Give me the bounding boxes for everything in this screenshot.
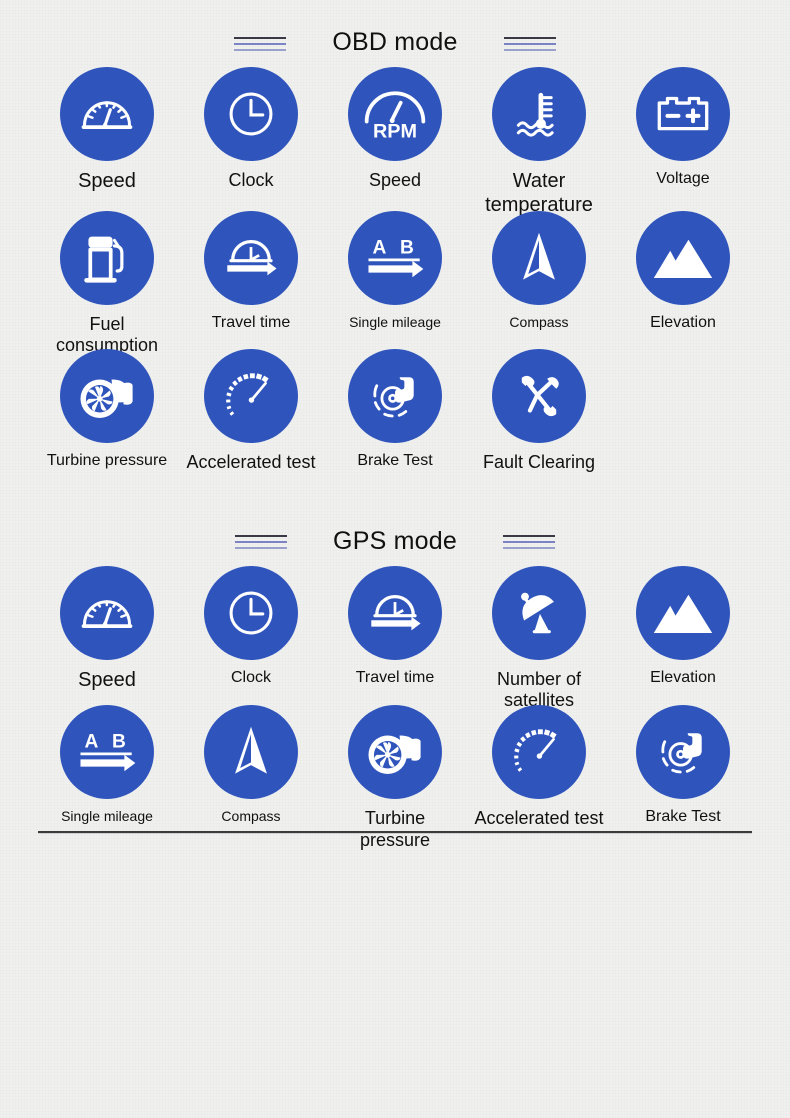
gps-row-1: Speed Clock Travel time Number of satell… (0, 565, 790, 711)
tile-obd-fault-clearing[interactable]: Fault Clearing (467, 348, 611, 473)
tile-gps-accelerated-test[interactable]: Accelerated test (467, 705, 611, 850)
tile-gps-speed[interactable]: Speed (35, 565, 179, 711)
tile-obd-fuel-consumption[interactable]: Fuel consumption (35, 211, 179, 356)
tile-label: Compass (509, 314, 569, 331)
tile-label: Turbine pressure (359, 808, 431, 850)
turbine-icon (348, 705, 442, 800)
svg-text:A: A (373, 238, 387, 259)
tile-label: Travel time (211, 314, 291, 332)
header-rule-right (502, 535, 555, 550)
tile-obd-voltage[interactable]: Voltage (611, 67, 755, 217)
header-rule-left (234, 36, 287, 51)
tile-obd-speed[interactable]: Speed (35, 67, 179, 217)
accelerated-test-icon (204, 348, 298, 443)
tile-label: Accelerated test (474, 808, 604, 829)
elevation-icon (636, 565, 730, 660)
clock-icon (204, 67, 298, 161)
section-header-gps: GPS mode (0, 527, 790, 556)
section-title-obd: OBD mode (332, 28, 458, 56)
tile-label: Speed (78, 668, 136, 691)
tile-label: Fault Clearing (482, 451, 596, 472)
rpm-gauge-icon: RPM (348, 67, 442, 161)
brake-disc-icon (348, 348, 442, 443)
tile-label: Accelerated test (186, 451, 316, 472)
top-spacer (0, 0, 790, 28)
tile-obd-water-temperature[interactable]: Water temperature (467, 67, 611, 217)
tile-label: Clock (230, 668, 271, 686)
svg-text:B: B (400, 238, 414, 259)
svg-text:A: A (85, 732, 99, 753)
tile-gps-brake-test[interactable]: Brake Test (611, 705, 755, 850)
travel-time-icon (204, 211, 298, 306)
tile-label: Elevation (650, 668, 716, 686)
battery-voltage-icon (636, 67, 730, 161)
clock-icon (204, 565, 298, 660)
bottom-divider (38, 830, 752, 834)
brake-disc-icon (636, 705, 730, 800)
water-temperature-icon (492, 67, 586, 161)
tile-label: Travel time (355, 668, 435, 686)
elevation-icon (636, 211, 730, 306)
tile-obd-travel-time[interactable]: Travel time (179, 211, 323, 356)
satellite-dish-icon (492, 565, 586, 660)
tile-label: Single mileage (61, 808, 153, 825)
obd-row-1: Speed Clock RPM Speed Water temperature … (0, 67, 790, 217)
tile-obd-brake-test[interactable]: Brake Test (323, 348, 467, 473)
svg-text:B: B (112, 732, 126, 753)
tile-gps-turbine-pressure[interactable]: Turbine pressure (323, 705, 467, 850)
tile-obd-turbine-pressure[interactable]: Turbine pressure (35, 348, 179, 473)
page-root: OBD mode Speed Clock RPM Speed Water tem… (0, 0, 790, 851)
svg-text:RPM: RPM (373, 121, 417, 143)
speedometer-icon (60, 67, 154, 161)
tile-gps-single-mileage[interactable]: A B Single mileage (35, 705, 179, 850)
tile-obd-rpm[interactable]: RPM Speed (323, 67, 467, 217)
tile-label: Voltage (656, 170, 710, 187)
section-title-gps: GPS mode (333, 526, 457, 555)
tile-obd-single-mileage[interactable]: A B Single mileage (323, 211, 467, 356)
tile-gps-compass[interactable]: Compass (179, 705, 323, 850)
tile-gps-clock[interactable]: Clock (179, 565, 323, 711)
turbine-icon (60, 348, 154, 443)
obd-row-3: Turbine pressure Accelerated test Brake … (0, 348, 790, 473)
gps-row-2: A B Single mileage Compass Turbine press… (0, 705, 790, 850)
compass-icon (492, 211, 586, 306)
compass-icon (204, 705, 298, 800)
tile-label: Water temperature (485, 170, 593, 216)
fuel-pump-icon (60, 211, 154, 306)
tile-label: Compass (221, 808, 281, 825)
tile-label: Single mileage (349, 314, 441, 331)
tile-label: Brake Test (645, 808, 721, 826)
tile-gps-travel-time[interactable]: Travel time (323, 565, 467, 711)
tile-obd-clock[interactable]: Clock (179, 67, 323, 217)
tile-label: Speed (78, 170, 136, 192)
accelerated-test-icon (492, 705, 586, 800)
tile-obd-elevation[interactable]: Elevation (611, 211, 755, 356)
travel-time-icon (348, 565, 442, 660)
section-header-obd: OBD mode (0, 28, 790, 57)
single-mileage-icon: A B (60, 705, 154, 800)
tile-label: Elevation (650, 314, 716, 332)
tile-label: Turbine pressure (46, 451, 168, 469)
header-rule-left (235, 535, 288, 550)
tile-gps-number-of-satellites[interactable]: Number of satellites (467, 565, 611, 711)
tile-obd-accelerated-test[interactable]: Accelerated test (179, 348, 323, 473)
single-mileage-icon: A B (348, 211, 442, 306)
speedometer-icon (60, 565, 154, 660)
tile-gps-elevation[interactable]: Elevation (611, 565, 755, 711)
wrench-spanner-icon (492, 348, 586, 443)
tile-label: Clock (228, 170, 274, 190)
header-rule-right (503, 36, 556, 51)
tile-label: Speed (368, 170, 422, 190)
obd-row-2: Fuel consumption Travel time A B Single … (0, 211, 790, 356)
tile-obd-compass[interactable]: Compass (467, 211, 611, 356)
tile-label: Brake Test (357, 451, 433, 469)
